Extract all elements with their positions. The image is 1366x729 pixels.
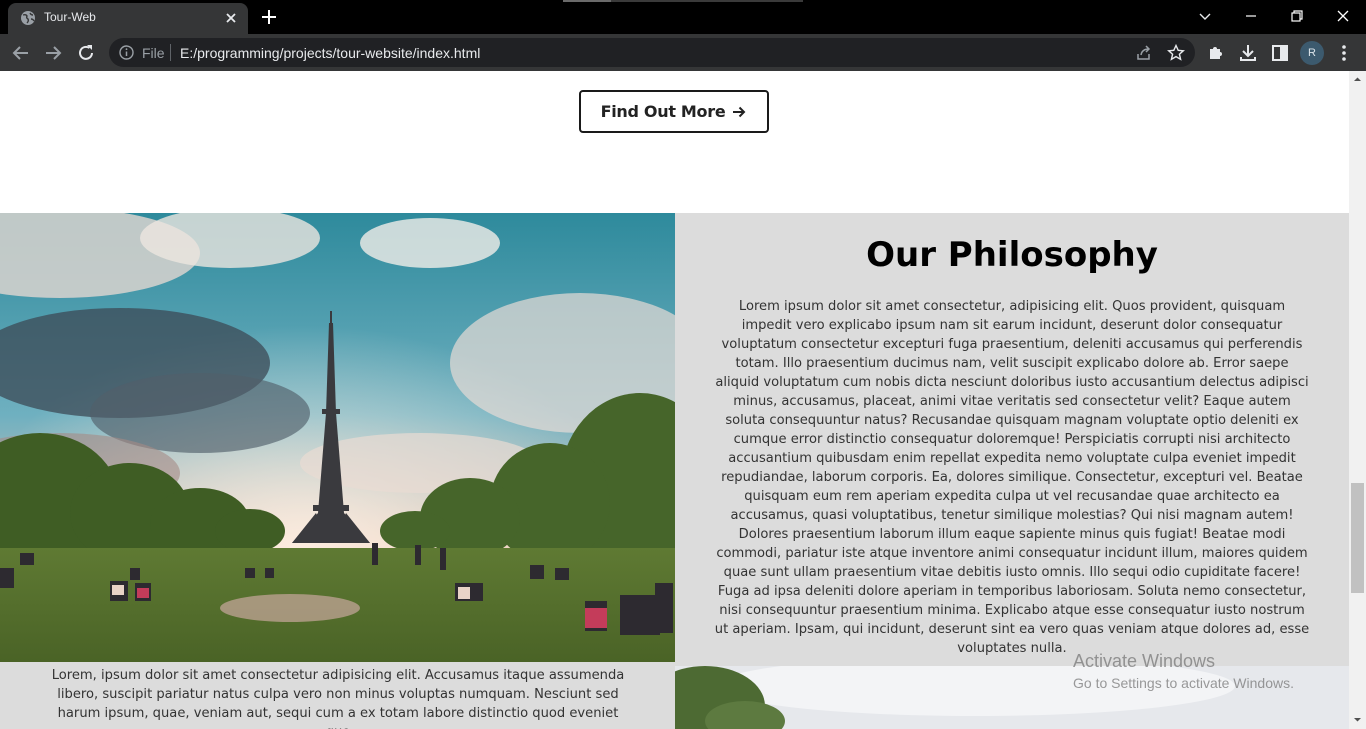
page-viewport: Find Out More Our Philosophy Lorem ipsum… xyxy=(0,71,1349,729)
find-out-more-label: Find Out More xyxy=(600,102,726,121)
tab-title: Tour-Web xyxy=(44,10,96,24)
extensions-puzzle-icon[interactable] xyxy=(1204,41,1228,65)
new-tab-icon[interactable] xyxy=(258,6,280,28)
url-text[interactable]: E:/programming/projects/tour-website/ind… xyxy=(180,45,480,61)
side-panel-icon[interactable] xyxy=(1268,41,1292,65)
globe-icon xyxy=(21,11,35,25)
browser-toolbar: File E:/programming/projects/tour-websit… xyxy=(0,34,1366,71)
forward-arrow-icon[interactable] xyxy=(41,41,65,65)
reload-icon[interactable] xyxy=(74,41,98,65)
arrow-right-icon xyxy=(733,106,746,117)
scroll-up-arrow-icon[interactable] xyxy=(1353,75,1362,84)
profile-avatar[interactable]: R xyxy=(1300,41,1324,65)
site-info-icon[interactable] xyxy=(118,44,135,61)
watermark-title: Activate Windows xyxy=(1073,651,1216,671)
scroll-down-arrow-icon[interactable] xyxy=(1353,715,1362,724)
restore-icon[interactable] xyxy=(1286,5,1308,27)
tab-search-chevron-icon[interactable] xyxy=(1194,5,1216,27)
tab-strip-indicator-active xyxy=(563,0,611,2)
page-scrollbar[interactable] xyxy=(1349,71,1366,729)
philosophy-paragraph: Lorem ipsum dolor sit amet consectetur, … xyxy=(714,299,1310,656)
watermark-subtitle: Go to Settings to activate Windows. xyxy=(1073,675,1294,691)
scrollbar-thumb[interactable] xyxy=(1351,483,1364,593)
activate-windows-watermark: Activate Windows Go to Settings to activ… xyxy=(1073,651,1294,691)
lower-text-section: Lorem, ipsum dolor sit amet consectetur … xyxy=(0,662,675,729)
close-window-icon[interactable] xyxy=(1332,5,1354,27)
lower-paragraph: Lorem, ipsum dolor sit amet consectetur … xyxy=(51,668,625,729)
philosophy-section: Our Philosophy Lorem ipsum dolor sit ame… xyxy=(675,213,1349,666)
omnibox-divider xyxy=(170,44,171,61)
tab-strip: Tour-Web xyxy=(0,0,1366,34)
browser-tab[interactable]: Tour-Web xyxy=(8,3,248,34)
scheme-label: File xyxy=(142,45,165,61)
eiffel-tower-photo xyxy=(0,213,675,662)
find-out-more-button[interactable]: Find Out More xyxy=(579,90,769,133)
share-icon[interactable] xyxy=(1134,43,1154,63)
bookmark-star-icon[interactable] xyxy=(1166,43,1186,63)
address-bar[interactable]: File E:/programming/projects/tour-websit… xyxy=(109,38,1195,67)
back-arrow-icon[interactable] xyxy=(9,41,33,65)
philosophy-heading: Our Philosophy xyxy=(866,235,1158,275)
download-icon[interactable] xyxy=(1236,41,1260,65)
kebab-menu-icon[interactable] xyxy=(1332,41,1356,65)
minimize-icon[interactable] xyxy=(1240,5,1262,27)
close-tab-icon[interactable] xyxy=(222,9,240,27)
